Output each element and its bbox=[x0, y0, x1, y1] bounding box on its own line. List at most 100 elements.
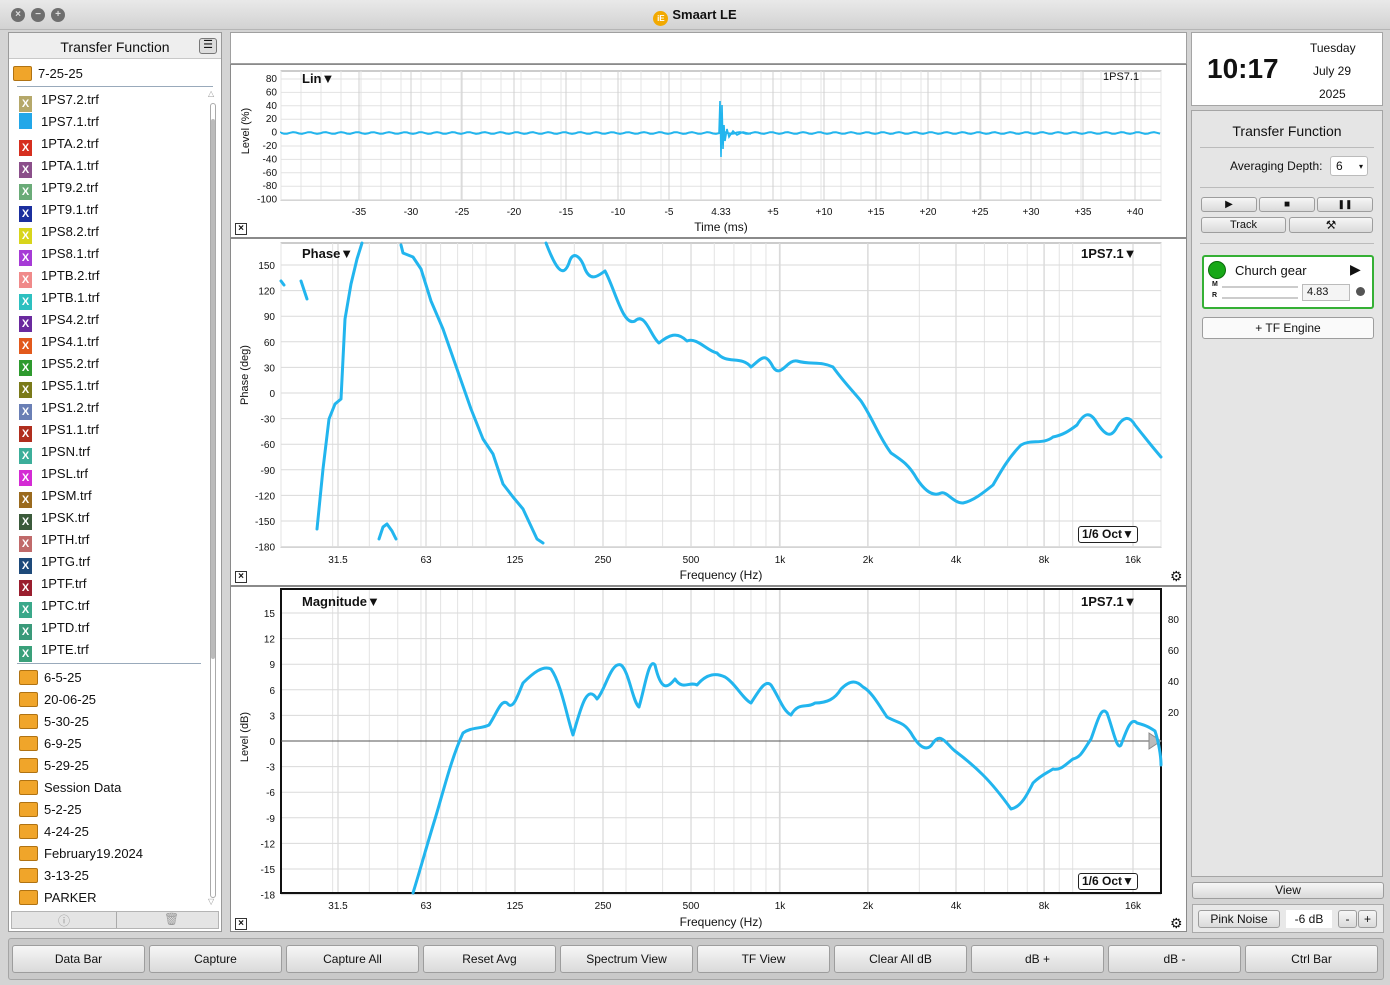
trash-icon[interactable]: 🗑 bbox=[164, 912, 179, 926]
delay-field[interactable]: 4.83 bbox=[1302, 284, 1350, 301]
lin-x-tick: -20 bbox=[507, 207, 522, 218]
phase-title[interactable]: Phase▼ bbox=[302, 246, 353, 261]
mag_plot-x-tick: 8k bbox=[1039, 901, 1051, 912]
engine-play-icon[interactable]: ▶ bbox=[1350, 261, 1361, 278]
file-item[interactable]: X 1PTE.trf bbox=[19, 639, 89, 662]
file-name: 1PTB.1.trf bbox=[41, 290, 100, 305]
file-item[interactable]: X 1PSN.trf bbox=[19, 441, 90, 464]
mag_plot-y-tick: 3 bbox=[269, 711, 275, 722]
open-folder[interactable]: 7-25-25 bbox=[13, 63, 83, 85]
view-button[interactable]: View bbox=[1192, 882, 1384, 899]
stop-button[interactable]: ■ bbox=[1259, 197, 1315, 212]
noise-level-field[interactable]: -6 dB bbox=[1286, 910, 1332, 928]
bottom-button-data-bar[interactable]: Data Bar bbox=[12, 945, 145, 973]
play-button[interactable]: ▶ bbox=[1201, 197, 1257, 212]
phase-trace-select[interactable]: 1PS7.1▼ bbox=[1081, 246, 1137, 261]
file-item[interactable]: X 1PT9.1.trf bbox=[19, 199, 98, 222]
file-item[interactable]: X 1PS8.1.trf bbox=[19, 243, 99, 266]
bottom-button-db-[interactable]: dB + bbox=[971, 945, 1104, 973]
track-button[interactable]: Track bbox=[1201, 217, 1286, 233]
impulse-plot-svg[interactable]: 80 60 40 20 0 -20 -40 -60 -80 -100 -35 -30 -25 -20 -15… bbox=[231, 65, 1186, 237]
file-item[interactable]: X 1PTA.1.trf bbox=[19, 155, 99, 178]
magnitude-plot-svg[interactable]: 31.5 63 125 250 500 1k 2k 4k 8k 16k15129630-3-6-9… bbox=[231, 587, 1186, 931]
folder-item[interactable]: 5-30-25 bbox=[19, 711, 89, 733]
mag-title[interactable]: Magnitude▼ bbox=[302, 594, 380, 609]
trf-file-icon: X bbox=[19, 294, 32, 310]
close-phase-icon[interactable]: × bbox=[235, 571, 247, 583]
engine-status-icon[interactable] bbox=[1208, 261, 1226, 279]
bottom-button-db-[interactable]: dB - bbox=[1108, 945, 1241, 973]
file-item[interactable]: X 1PSM.trf bbox=[19, 485, 92, 508]
bottom-button-capture-all[interactable]: Capture All bbox=[286, 945, 419, 973]
folder-item[interactable]: Session Data bbox=[19, 777, 121, 799]
bottom-button-reset-avg[interactable]: Reset Avg bbox=[423, 945, 556, 973]
folder-item[interactable]: 3-13-25 bbox=[19, 865, 89, 887]
tf-engine-card[interactable]: Church gear ▶ M R 4.83 bbox=[1202, 255, 1374, 309]
delay-finder-icon[interactable] bbox=[1356, 287, 1365, 296]
file-item[interactable]: X 1PTB.1.trf bbox=[19, 287, 100, 310]
tools-button[interactable]: ⚒ bbox=[1289, 217, 1373, 233]
folder-item[interactable]: 5-29-25 bbox=[19, 755, 89, 777]
bottom-button-spectrum-view[interactable]: Spectrum View bbox=[560, 945, 693, 973]
mag_plot-x-tick: 500 bbox=[683, 901, 700, 912]
file-item[interactable]: X 1PTF.trf bbox=[19, 573, 87, 596]
pause-button[interactable]: ❚❚ bbox=[1317, 197, 1373, 212]
file-item[interactable]: X 1PS5.2.trf bbox=[19, 353, 99, 376]
impulse-response-panel: 80 60 40 20 0 -20 -40 -60 -80 -100 -35 -30 -25 -20 -15… bbox=[230, 64, 1187, 238]
folder-name: PARKER bbox=[44, 890, 97, 905]
mag-trace-select[interactable]: 1PS7.1▼ bbox=[1081, 594, 1137, 609]
mag_plot-y-tick: -15 bbox=[261, 865, 276, 876]
file-item[interactable]: X 1PS1.1.trf bbox=[19, 419, 99, 442]
folder-item[interactable]: 6-5-25 bbox=[19, 667, 82, 689]
folder-item[interactable]: 4-24-25 bbox=[19, 821, 89, 843]
folder-item[interactable]: 20-06-25 bbox=[19, 689, 96, 711]
file-item[interactable]: X 1PTG.trf bbox=[19, 551, 90, 574]
file-item[interactable]: X 1PS4.1.trf bbox=[19, 331, 99, 354]
folder-icon bbox=[19, 692, 38, 707]
close-lin-icon[interactable]: × bbox=[235, 223, 247, 235]
phase-smoothing-select[interactable]: 1/6 Oct▼ bbox=[1078, 526, 1138, 543]
file-item[interactable]: X 1PS8.2.trf bbox=[19, 221, 99, 244]
avg-depth-select[interactable]: 6 ▾ bbox=[1330, 156, 1368, 176]
close-mag-icon[interactable]: × bbox=[235, 918, 247, 930]
mag-settings-gear-icon[interactable]: ⚙ bbox=[1170, 916, 1183, 930]
sidebar-menu-icon[interactable]: ☰ bbox=[199, 38, 217, 54]
bottom-button-capture[interactable]: Capture bbox=[149, 945, 282, 973]
file-item[interactable]: X 1PS4.2.trf bbox=[19, 309, 99, 332]
folder-item[interactable]: PARKER bbox=[19, 887, 97, 909]
file-item[interactable]: X 1PSL.trf bbox=[19, 463, 88, 486]
scroll-thumb[interactable] bbox=[211, 119, 215, 659]
phase_plot-y-tick: -30 bbox=[261, 415, 276, 426]
file-item[interactable]: X 1PTB.2.trf bbox=[19, 265, 100, 288]
folder-item[interactable]: 5-2-25 bbox=[19, 799, 82, 821]
add-tf-engine-button[interactable]: + TF Engine bbox=[1202, 317, 1374, 339]
lin-title[interactable]: Lin▼ bbox=[302, 71, 334, 86]
bottom-button-clear-all-db[interactable]: Clear All dB bbox=[834, 945, 967, 973]
file-item[interactable]: X 1PTC.trf bbox=[19, 595, 89, 618]
bottom-button-tf-view[interactable]: TF View bbox=[697, 945, 830, 973]
file-item[interactable]: X 1PSK.trf bbox=[19, 507, 89, 530]
file-item[interactable]: X 1PS7.2.trf bbox=[19, 89, 99, 112]
file-item[interactable]: X 1PTA.2.trf bbox=[19, 133, 99, 156]
file-item[interactable]: 1PS7.1.trf bbox=[19, 111, 99, 133]
phase-settings-gear-icon[interactable]: ⚙ bbox=[1170, 569, 1183, 583]
noise-down-button[interactable]: - bbox=[1338, 910, 1357, 928]
file-item[interactable]: X 1PT9.2.trf bbox=[19, 177, 98, 200]
file-item[interactable]: X 1PTD.trf bbox=[19, 617, 89, 640]
mag-smoothing-select[interactable]: 1/6 Oct▼ bbox=[1078, 873, 1138, 890]
file-item[interactable]: X 1PS5.1.trf bbox=[19, 375, 99, 398]
trf-file-icon: X bbox=[19, 558, 32, 574]
trf-file-icon: X bbox=[19, 404, 32, 420]
file-item[interactable]: X 1PS1.2.trf bbox=[19, 397, 99, 420]
bottom-button-ctrl-bar[interactable]: Ctrl Bar bbox=[1245, 945, 1378, 973]
noise-up-button[interactable]: + bbox=[1358, 910, 1377, 928]
pink-noise-button[interactable]: Pink Noise bbox=[1198, 910, 1280, 928]
phase-plot-svg[interactable]: 31.5 63 125 250 500 1k 2k 4k 8k 16k 150 120 90 60 30 0 -… bbox=[231, 239, 1186, 585]
phase_plot-x-tick: 8k bbox=[1039, 555, 1051, 566]
file-item[interactable]: X 1PTH.trf bbox=[19, 529, 89, 552]
folder-item[interactable]: 6-9-25 bbox=[19, 733, 82, 755]
info-icon[interactable]: ⓘ bbox=[58, 912, 70, 929]
sidebar-scrollbar[interactable]: △ ▽ bbox=[208, 89, 218, 906]
folder-item[interactable]: February19.2024 bbox=[19, 843, 143, 865]
phase_plot-y-tick: -150 bbox=[255, 517, 275, 528]
